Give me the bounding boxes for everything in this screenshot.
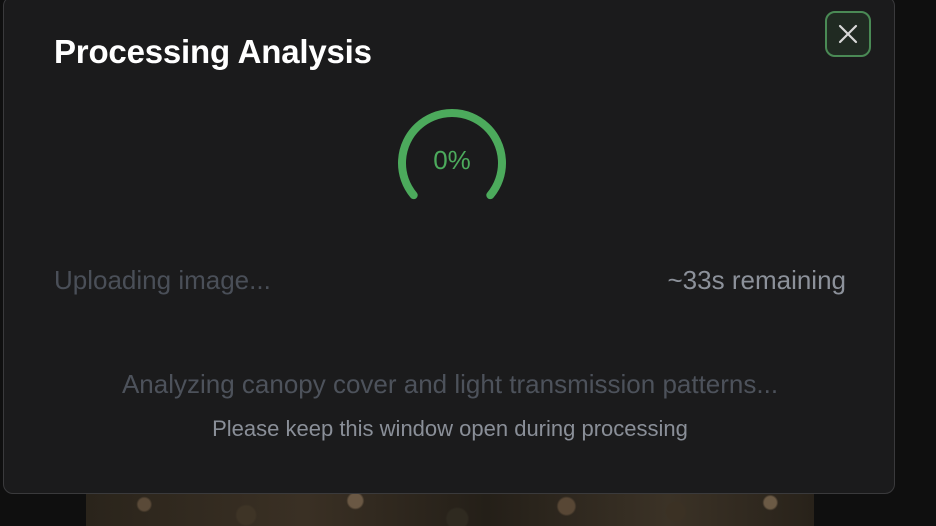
progress-percent: 0% bbox=[433, 145, 471, 175]
close-icon bbox=[838, 24, 858, 44]
processing-modal: Processing Analysis 0% Uploading image..… bbox=[3, 0, 895, 494]
modal-title: Processing Analysis bbox=[54, 33, 372, 70]
analysis-message: Analyzing canopy cover and light transmi… bbox=[121, 369, 779, 399]
close-button[interactable] bbox=[825, 11, 871, 57]
status-eta: ~33s remaining bbox=[667, 265, 847, 295]
keep-open-note: Please keep this window open during proc… bbox=[212, 416, 688, 441]
background-photo bbox=[86, 490, 814, 526]
status-step: Uploading image... bbox=[54, 265, 271, 295]
